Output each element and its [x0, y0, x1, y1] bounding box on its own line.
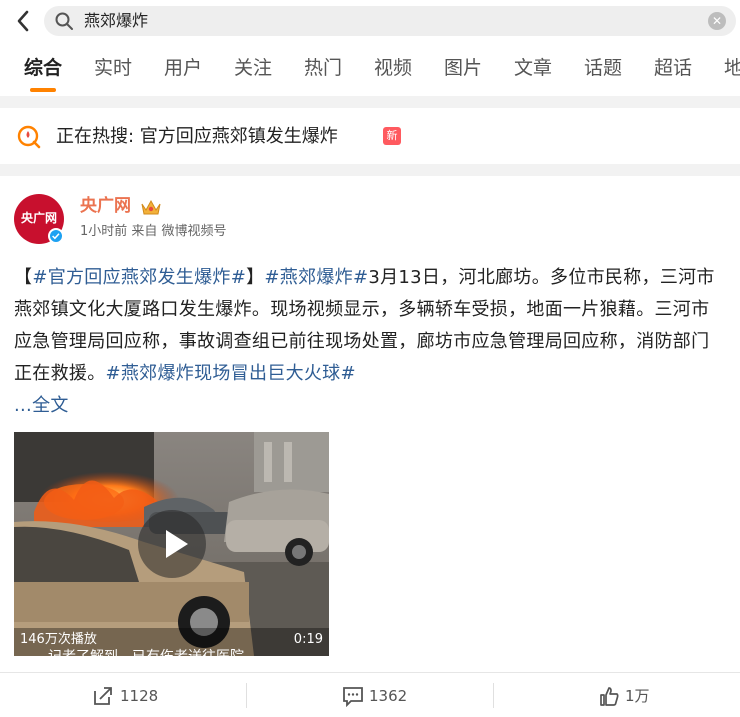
post-text-segment: 【 — [14, 267, 33, 288]
post-text-segment: 】 — [246, 267, 265, 288]
video-thumbnail[interactable]: 146万次播放 0:19 记者了解到，已有伤者送往医院 — [14, 432, 329, 656]
comment-count: 1362 — [369, 687, 408, 705]
play-icon — [166, 530, 188, 558]
tab-following[interactable]: 关注 — [234, 56, 272, 80]
tab-supertopics[interactable]: 超话 — [654, 56, 692, 80]
video-play-count: 146万次播放 — [20, 632, 97, 647]
tab-realtime[interactable]: 实时 — [94, 56, 132, 80]
post-meta: 1小时前 来自 微博视频号 — [80, 224, 227, 239]
share-button[interactable]: 1128 — [0, 673, 246, 717]
clear-search-icon[interactable]: ✕ — [708, 12, 726, 30]
search-input[interactable]: 燕郊爆炸 ✕ — [44, 6, 736, 36]
like-button[interactable]: 1万 — [494, 673, 740, 717]
tab-hot[interactable]: 热门 — [304, 56, 342, 80]
search-query: 燕郊爆炸 — [84, 11, 149, 30]
author-name[interactable]: 央广网 — [80, 195, 131, 217]
new-badge: 新 — [383, 127, 401, 145]
tab-articles[interactable]: 文章 — [514, 56, 552, 80]
hot-search-banner[interactable]: 正在热搜: 官方回应燕郊镇发生爆炸 新 — [0, 110, 740, 164]
comment-button[interactable]: 1362 — [247, 673, 493, 717]
tab-topics[interactable]: 话题 — [584, 56, 622, 80]
hashtag-link[interactable]: #燕郊爆炸现场冒出巨大火球# — [106, 363, 356, 384]
tab-users[interactable]: 用户 — [164, 56, 202, 80]
section-divider — [0, 164, 740, 176]
section-divider — [0, 96, 740, 108]
crown-icon — [141, 199, 161, 215]
hashtag-link[interactable]: #燕郊爆炸# — [264, 267, 368, 288]
top-bar: 燕郊爆炸 ✕ — [0, 0, 740, 44]
search-icon — [55, 12, 73, 30]
post-header: 央广网 央广网 1小时前 来自 微博视频号 — [0, 178, 740, 258]
comment-icon — [343, 687, 363, 707]
thumbs-up-icon — [600, 687, 619, 706]
verified-icon — [48, 228, 64, 244]
video-duration: 0:19 — [293, 632, 323, 647]
active-tab-indicator — [30, 88, 56, 92]
tab-images[interactable]: 图片 — [444, 56, 482, 80]
read-more-link[interactable]: ...全文 — [14, 395, 69, 416]
filter-tabs: 综合 实时 用户 关注 热门 视频 图片 文章 话题 超话 地 — [0, 44, 740, 94]
tab-comprehensive[interactable]: 综合 — [24, 56, 62, 80]
share-count: 1128 — [120, 687, 159, 705]
video-subtitle: 记者了解到，已有伤者送往医院 — [48, 648, 244, 656]
action-bar: 1128 1362 1万 — [0, 672, 740, 717]
tab-location[interactable]: 地 — [724, 56, 740, 80]
hashtag-link[interactable]: #官方回应燕郊发生爆炸# — [32, 267, 246, 288]
avatar-logo-text: 央广网 — [20, 211, 57, 225]
tab-video[interactable]: 视频 — [374, 56, 412, 80]
back-arrow-icon[interactable] — [12, 8, 36, 34]
play-button[interactable] — [138, 510, 206, 578]
share-icon — [94, 687, 112, 705]
hot-search-icon — [17, 125, 41, 149]
post-body: 【#官方回应燕郊发生爆炸#】#燕郊爆炸#3月13日，河北廊坊。多位市民称，三河市… — [14, 262, 726, 422]
hot-search-text: 正在热搜: 官方回应燕郊镇发生爆炸 — [56, 126, 338, 147]
like-count: 1万 — [625, 687, 650, 705]
